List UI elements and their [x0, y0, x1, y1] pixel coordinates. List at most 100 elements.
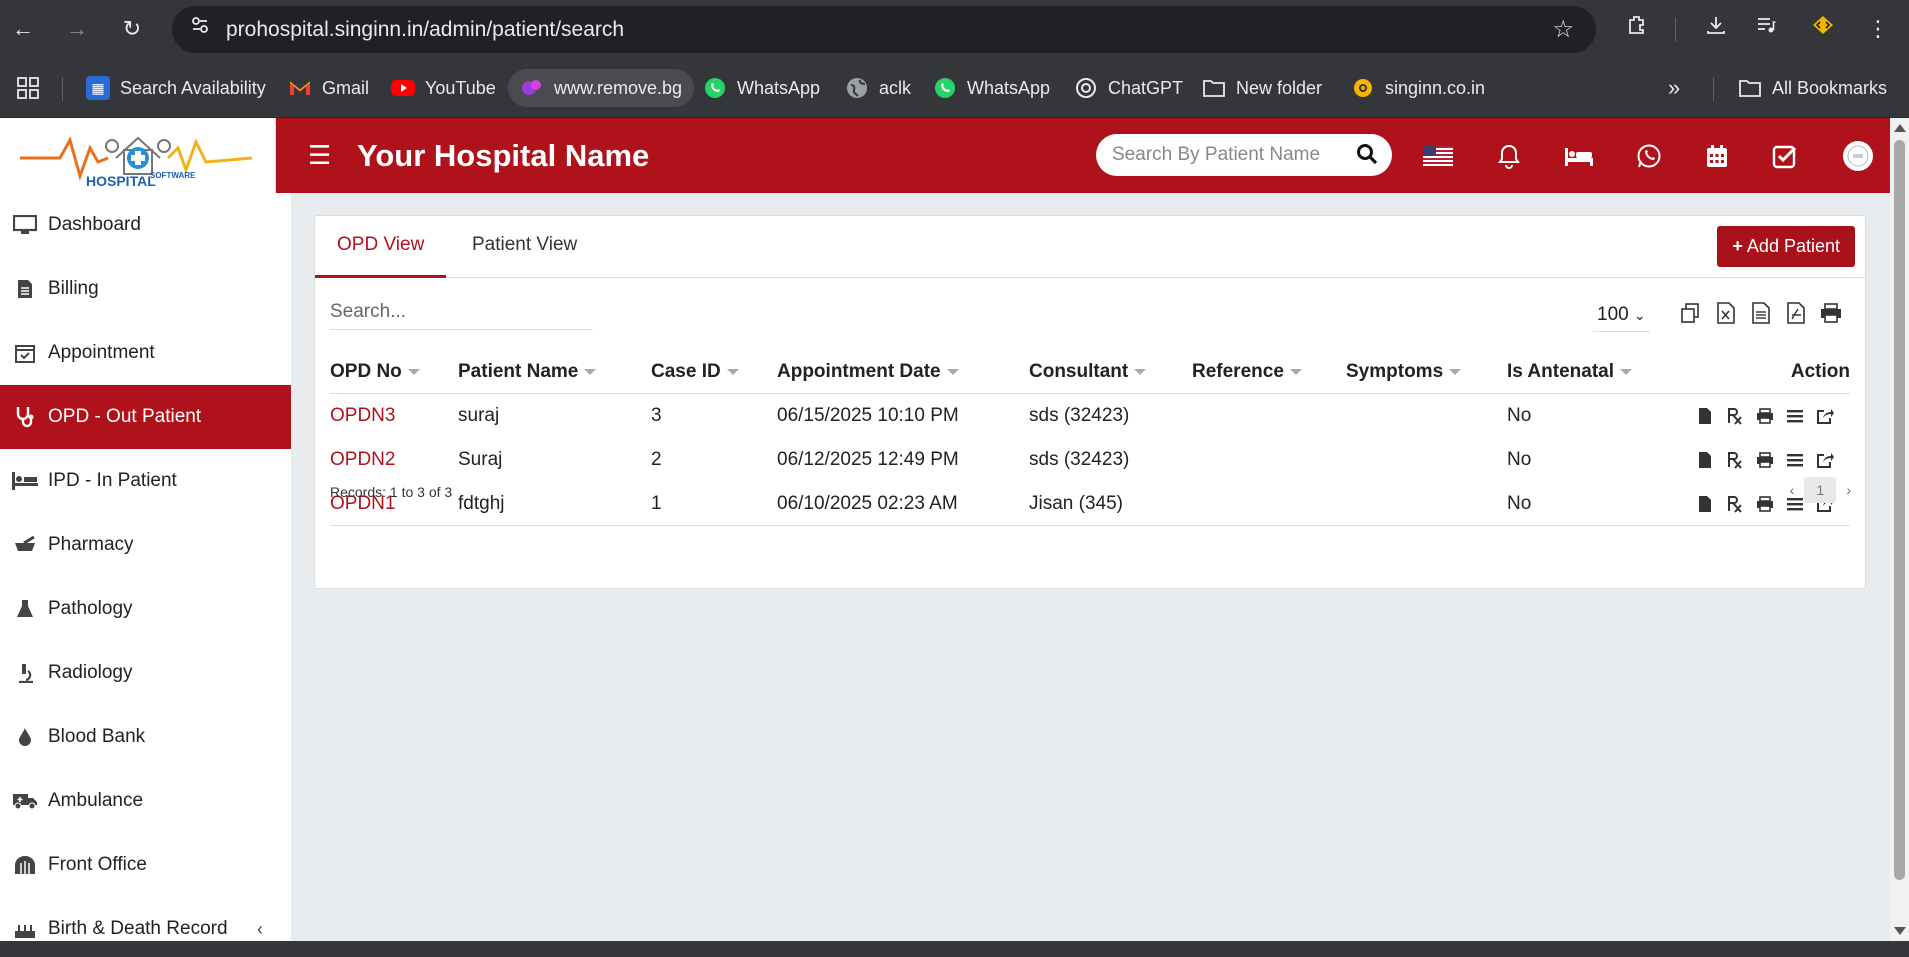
search-icon[interactable] [1356, 143, 1378, 170]
menu-lines-icon[interactable] [1784, 406, 1806, 426]
csv-export-icon[interactable] [1748, 300, 1774, 326]
bookmark-chatgpt[interactable]: ChatGPT [1074, 69, 1183, 107]
scrollbar-thumb[interactable] [1894, 140, 1905, 880]
bookmark-whatsapp-2[interactable]: WhatsApp [933, 69, 1050, 107]
calendar-check-icon [12, 342, 38, 364]
col-is-antenatal[interactable]: Is Antenatal [1507, 350, 1632, 394]
tab-opd-view[interactable]: OPD View [315, 216, 447, 278]
language-flag-icon[interactable] [1421, 140, 1455, 172]
share-icon[interactable] [1814, 450, 1836, 470]
sidebar-item-ambulance[interactable]: Ambulance [0, 769, 291, 833]
case-id-cell: 3 [651, 405, 662, 426]
print-icon[interactable] [1754, 494, 1776, 514]
prescription-icon[interactable] [1724, 450, 1746, 470]
prev-page-icon[interactable]: ‹ [1790, 482, 1795, 498]
apps-grid-icon[interactable] [16, 69, 40, 107]
bookmark-whatsapp-1[interactable]: WhatsApp [703, 69, 820, 107]
sidebar-item-pathology[interactable]: Pathology [0, 577, 291, 641]
file-icon[interactable] [1694, 406, 1716, 426]
hospital-logo[interactable]: HOSPITAL SOFTWARE [0, 118, 276, 193]
col-reference[interactable]: Reference [1192, 350, 1302, 394]
table-search[interactable] [330, 296, 593, 330]
reload-icon[interactable]: ↻ [115, 12, 149, 46]
prescription-icon[interactable] [1724, 406, 1746, 426]
tab-patient-view[interactable]: Patient View [450, 216, 599, 278]
prescription-icon[interactable] [1724, 494, 1746, 514]
menu-lines-icon[interactable] [1784, 450, 1806, 470]
site-info-icon[interactable] [184, 14, 216, 46]
bookmark-gmail[interactable]: Gmail [288, 69, 369, 107]
page-number[interactable]: 1 [1804, 477, 1837, 503]
notification-bell-icon[interactable] [1492, 140, 1526, 172]
toolbar-divider [1675, 18, 1676, 42]
sidebar-item-label: IPD - In Patient [48, 470, 177, 491]
extensions-icon[interactable] [1620, 12, 1654, 46]
sidebar-item-birth-death[interactable]: Birth & Death Record ‹ [0, 897, 291, 941]
bookmark-search-availability[interactable]: ▦ Search Availability [86, 69, 266, 107]
bookmark-new-folder[interactable]: New folder [1202, 69, 1322, 107]
more-bookmarks-icon[interactable]: » [1668, 69, 1680, 107]
table-search-input[interactable] [330, 296, 593, 328]
opd-no-link[interactable]: OPDN2 [330, 438, 395, 482]
logo-subtext: SOFTWARE [150, 171, 196, 180]
bookmark-youtube[interactable]: YouTube [391, 69, 496, 107]
sidebar-item-radiology[interactable]: Radiology [0, 641, 291, 705]
add-patient-button[interactable]: + Add Patient [1717, 226, 1855, 267]
patient-search[interactable] [1096, 134, 1392, 176]
media-control-icon[interactable] [1749, 12, 1783, 46]
all-bookmarks[interactable]: All Bookmarks [1738, 69, 1887, 107]
scroll-up-icon[interactable] [1894, 124, 1906, 132]
sidebar-item-pharmacy[interactable]: Pharmacy [0, 513, 291, 577]
menu-kebab-icon[interactable]: ⋮ [1861, 12, 1895, 46]
col-case-id[interactable]: Case ID [651, 350, 739, 394]
address-bar[interactable]: prohospital.singinn.in/admin/patient/sea… [172, 6, 1596, 53]
menu-toggle-icon[interactable]: ☰ [308, 140, 331, 170]
sidebar-item-billing[interactable]: Billing [0, 257, 291, 321]
col-opd-no[interactable]: OPD No [330, 350, 420, 394]
sidebar-item-dashboard[interactable]: Dashboard [0, 193, 291, 257]
sidebar-item-ipd[interactable]: IPD - In Patient [0, 449, 291, 513]
bookmark-aclk[interactable]: aclk [845, 69, 911, 107]
bookmark-star-icon[interactable]: ☆ [1552, 6, 1574, 53]
sidebar-item-appointment[interactable]: Appointment [0, 321, 291, 385]
print-icon[interactable] [1754, 450, 1776, 470]
sidebar-item-label: Appointment [48, 342, 155, 363]
col-symptoms[interactable]: Symptoms [1346, 350, 1462, 394]
bookmark-label: New folder [1236, 77, 1323, 98]
file-icon[interactable] [1694, 450, 1716, 470]
hospital-name: Your Hospital Name [357, 138, 650, 173]
scroll-down-icon[interactable] [1894, 927, 1906, 935]
task-check-icon[interactable] [1768, 140, 1802, 172]
col-patient-name[interactable]: Patient Name [458, 350, 597, 394]
next-page-icon[interactable]: › [1846, 482, 1851, 498]
page-size-select[interactable]: 100 ⌄ [1593, 300, 1650, 332]
page-scrollbar[interactable] [1890, 118, 1909, 941]
copy-icon[interactable] [1677, 300, 1703, 326]
share-icon[interactable] [1814, 406, 1836, 426]
col-appointment-date[interactable]: Appointment Date [777, 350, 959, 394]
bed-icon[interactable] [1562, 140, 1596, 172]
forward-icon[interactable]: → [60, 12, 94, 46]
whatsapp-icon[interactable] [1632, 140, 1666, 172]
user-avatar[interactable] [1841, 140, 1875, 172]
excel-export-icon[interactable] [1713, 300, 1739, 326]
chevron-left-icon[interactable]: ‹ [257, 919, 263, 940]
file-icon[interactable] [1694, 494, 1716, 514]
calendar-icon[interactable] [1700, 140, 1734, 172]
pdf-export-icon[interactable] [1783, 300, 1809, 326]
patient-search-input[interactable] [1112, 134, 1342, 176]
sidebar-item-blood-bank[interactable]: Blood Bank [0, 705, 291, 769]
opd-no-link[interactable]: OPDN3 [330, 394, 395, 438]
print-icon[interactable] [1754, 406, 1776, 426]
sidebar-item-front-office[interactable]: Front Office [0, 833, 291, 897]
back-icon[interactable]: ← [6, 12, 40, 46]
sort-icon [584, 368, 597, 375]
dungeon-icon [12, 854, 38, 876]
print-icon[interactable] [1818, 300, 1844, 326]
col-consultant[interactable]: Consultant [1029, 350, 1147, 394]
bookmark-removebg[interactable]: www.remove.bg [508, 69, 695, 107]
sidebar-item-opd[interactable]: OPD - Out Patient [0, 385, 291, 449]
bookmark-singinn[interactable]: singinn.co.in [1351, 69, 1485, 107]
download-icon[interactable] [1699, 12, 1733, 46]
extension-code-icon[interactable] [1806, 12, 1840, 46]
